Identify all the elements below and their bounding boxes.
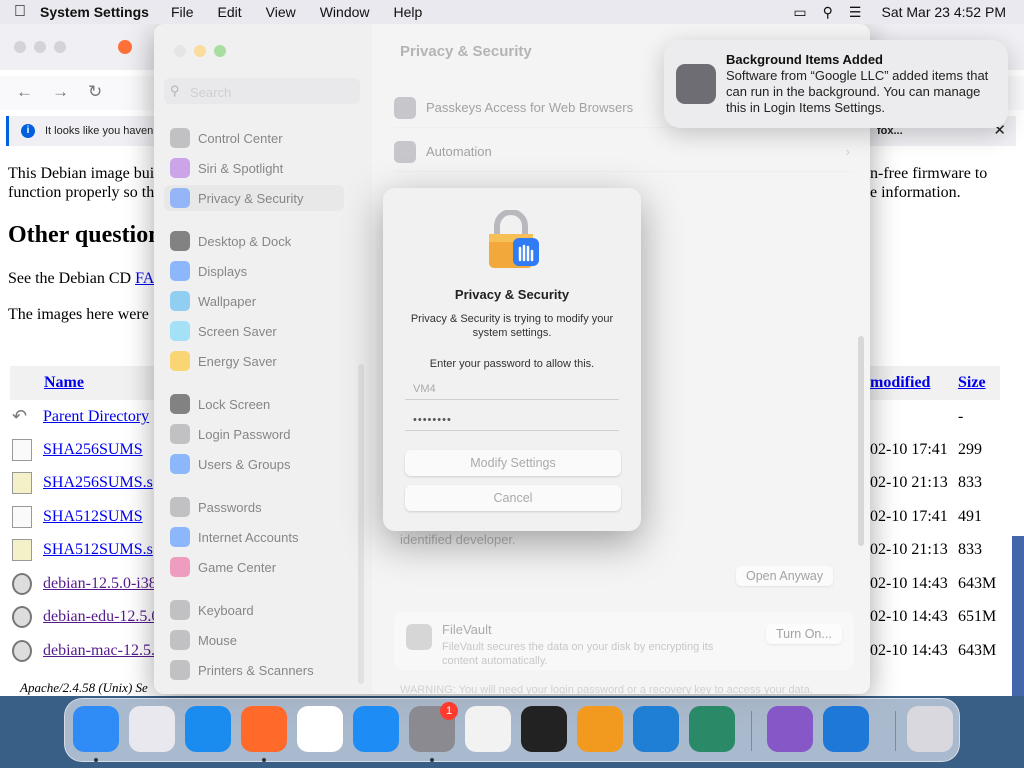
file-link[interactable]: Parent Directory [43, 408, 149, 426]
spotlight-icon[interactable]: ⚲ [823, 4, 833, 21]
file-link[interactable]: debian-mac-12.5. [43, 642, 155, 660]
paragraph-faq: See the Debian CD FA [8, 270, 154, 288]
back-icon[interactable]: ← [16, 82, 33, 102]
reload-icon[interactable]: ↻ [88, 82, 102, 102]
system-settings-gear-icon [676, 64, 716, 104]
browser-zoom-button[interactable] [54, 41, 66, 53]
onedrive-icon[interactable] [823, 706, 869, 752]
safari-icon[interactable] [185, 706, 231, 752]
text-file-icon [12, 506, 32, 528]
file-size: 643M [958, 575, 997, 592]
file-date: 02-10 17:41 [870, 441, 948, 458]
terminal-icon[interactable] [521, 706, 567, 752]
dialog-prompt: Enter your password to allow this. [429, 358, 595, 370]
menu-window[interactable]: Window [308, 4, 382, 20]
vscode-icon[interactable] [633, 706, 679, 752]
visual-studio-icon[interactable] [767, 706, 813, 752]
file-date: 02-10 21:13 [870, 541, 948, 558]
running-indicator [430, 758, 434, 762]
firefox-icon[interactable] [241, 706, 287, 752]
dialog-message: Privacy & Security is trying to modify y… [410, 313, 614, 339]
column-size[interactable]: Size [958, 374, 986, 392]
notice-text: It looks like you haven [45, 125, 154, 137]
file-link[interactable]: debian-12.5.0-i38 [43, 575, 157, 593]
dialog-title: Privacy & Security [454, 287, 570, 302]
browser-close-button[interactable] [14, 41, 26, 53]
running-indicator [94, 758, 98, 762]
menu-edit[interactable]: Edit [206, 4, 254, 20]
control-center-icon[interactable]: ☰ [849, 4, 862, 21]
modify-settings-button[interactable]: Modify Settings [405, 450, 621, 476]
menu-clock[interactable]: Sat Mar 23 4:52 PM [881, 4, 1006, 20]
lock-hand-icon [489, 210, 539, 268]
file-size: 299 [958, 441, 982, 458]
app-menu[interactable]: System Settings [40, 4, 159, 20]
file-date: 02-10 17:41 [870, 508, 948, 525]
paragraph-left: This Debian image bui function properly … [8, 165, 155, 201]
chrome-icon[interactable] [297, 706, 343, 752]
file-size: 491 [958, 508, 982, 525]
file-size: 833 [958, 541, 982, 558]
faq-text: See the Debian CD [8, 270, 136, 287]
paragraph-right: n-free firmware to e information. [870, 165, 988, 201]
running-indicator [262, 758, 266, 762]
paragraph-images: The images here were [8, 306, 149, 323]
signature-file-icon [12, 472, 32, 494]
disc-icon [12, 606, 32, 628]
launchpad-icon[interactable] [129, 706, 175, 752]
menu-help[interactable]: Help [382, 4, 435, 20]
dock-separator [895, 711, 896, 751]
finder-icon[interactable] [73, 706, 119, 752]
activity-monitor-icon[interactable] [689, 706, 735, 752]
dock [64, 698, 960, 762]
disc-icon [12, 640, 32, 662]
trash-icon[interactable] [907, 706, 953, 752]
file-size: 643M [958, 642, 997, 659]
file-date: 02-10 14:43 [870, 608, 948, 625]
browser-minimize-button[interactable] [34, 41, 46, 53]
text-file-icon [12, 439, 32, 461]
dock-separator [751, 711, 752, 751]
file-date: 02-10 14:43 [870, 642, 948, 659]
file-date: 02-10 14:43 [870, 575, 948, 592]
back-icon: ↶ [12, 406, 28, 426]
disc-icon [12, 573, 32, 595]
info-icon: i [21, 124, 35, 138]
column-name[interactable]: Name [44, 374, 84, 392]
file-link[interactable]: SHA256SUMS [43, 441, 143, 459]
desktop-strip [1012, 536, 1024, 696]
file-size: 651M [958, 608, 997, 625]
menu-bar:  System Settings File Edit View Window … [0, 0, 1024, 24]
file-link[interactable]: SHA512SUMS [43, 508, 143, 526]
file-link[interactable]: SHA256SUMS.s [43, 474, 153, 492]
faq-link[interactable]: FA [135, 270, 154, 287]
file-link[interactable]: debian-edu-12.5.0 [43, 608, 159, 626]
file-size: 833 [958, 474, 982, 491]
file-size: - [958, 408, 964, 425]
notification-banner[interactable]: Background Items Added Software from “Go… [664, 40, 1008, 128]
cancel-button[interactable]: Cancel [405, 485, 621, 511]
file-date: 02-10 21:13 [870, 474, 948, 491]
username-field[interactable]: VM4 [405, 378, 619, 400]
notification-body: Software from “Google LLC” added items t… [726, 68, 989, 115]
apple-menu-icon[interactable]:  [0, 3, 40, 21]
forward-icon[interactable]: → [52, 82, 69, 102]
notification-badge: 1 [440, 702, 458, 720]
section-heading: Other question [8, 222, 162, 248]
column-modified[interactable]: modified [870, 374, 930, 392]
menu-view[interactable]: View [254, 4, 308, 20]
garageband-icon[interactable] [577, 706, 623, 752]
password-field[interactable]: •••••••• [405, 409, 619, 431]
app-store-icon[interactable] [353, 706, 399, 752]
notification-title: Background Items Added [726, 52, 883, 67]
window-manager-icon[interactable]: ▭ [793, 4, 806, 21]
menu-file[interactable]: File [159, 4, 206, 20]
textedit-icon[interactable] [465, 706, 511, 752]
server-address: Apache/2.4.58 (Unix) Se [20, 680, 148, 695]
signature-file-icon [12, 539, 32, 561]
firefox-tab-icon[interactable] [118, 40, 132, 54]
auth-dialog: Privacy & Security Privacy & Security is… [383, 188, 641, 531]
file-link[interactable]: SHA512SUMS.s [43, 541, 153, 559]
